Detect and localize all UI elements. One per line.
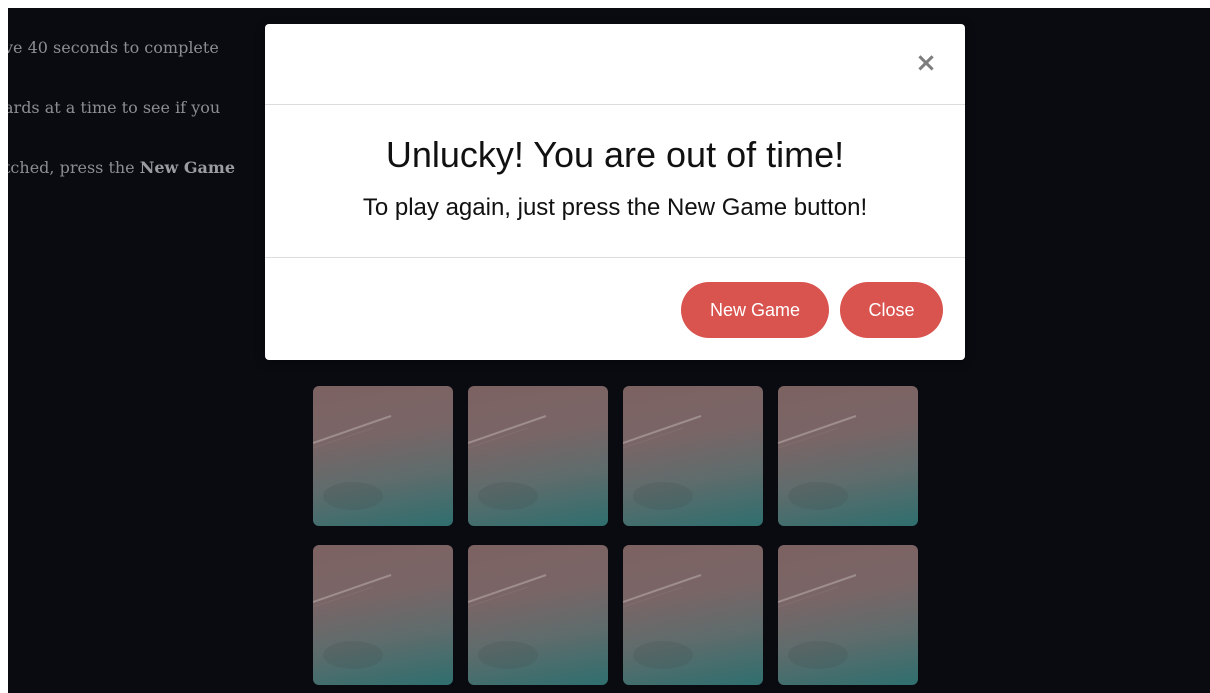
close-icon[interactable]: × [911,48,941,78]
instruction-line-new-game: tched, press the New Game [8,158,235,177]
memory-card[interactable] [468,545,608,685]
memory-card[interactable] [468,386,608,526]
memory-card[interactable] [623,386,763,526]
card-back-pattern-icon [468,415,547,510]
card-back-pattern-icon [778,574,857,669]
modal-body: Unlucky! You are out of time! To play ag… [265,105,965,258]
modal-message: To play again, just press the New Game b… [362,194,868,221]
game-page: ve 40 seconds to complete ards at a time… [8,8,1210,693]
card-back-pattern-icon [313,574,392,669]
modal-header: × [265,24,965,105]
card-back-pattern-icon [623,574,702,669]
instruction-bold-new-game: New Game [139,158,236,177]
card-grid [313,386,918,685]
card-back-pattern-icon [313,415,392,510]
game-over-modal: × Unlucky! You are out of time! To play … [265,24,965,360]
instruction-line-cards: ards at a time to see if you [8,98,221,117]
memory-card[interactable] [313,545,453,685]
card-back-pattern-icon [468,574,547,669]
close-button[interactable]: Close [840,282,943,338]
new-game-button[interactable]: New Game [681,282,829,338]
memory-card[interactable] [623,545,763,685]
instruction-line-time: ve 40 seconds to complete [8,38,219,57]
card-back-pattern-icon [778,415,857,510]
memory-card[interactable] [778,386,918,526]
instruction-text: tched, press the [8,158,140,177]
modal-title: Unlucky! You are out of time! [385,134,845,175]
modal-footer: New Game Close [265,258,965,360]
memory-card[interactable] [778,545,918,685]
memory-card[interactable] [313,386,453,526]
card-back-pattern-icon [623,415,702,510]
